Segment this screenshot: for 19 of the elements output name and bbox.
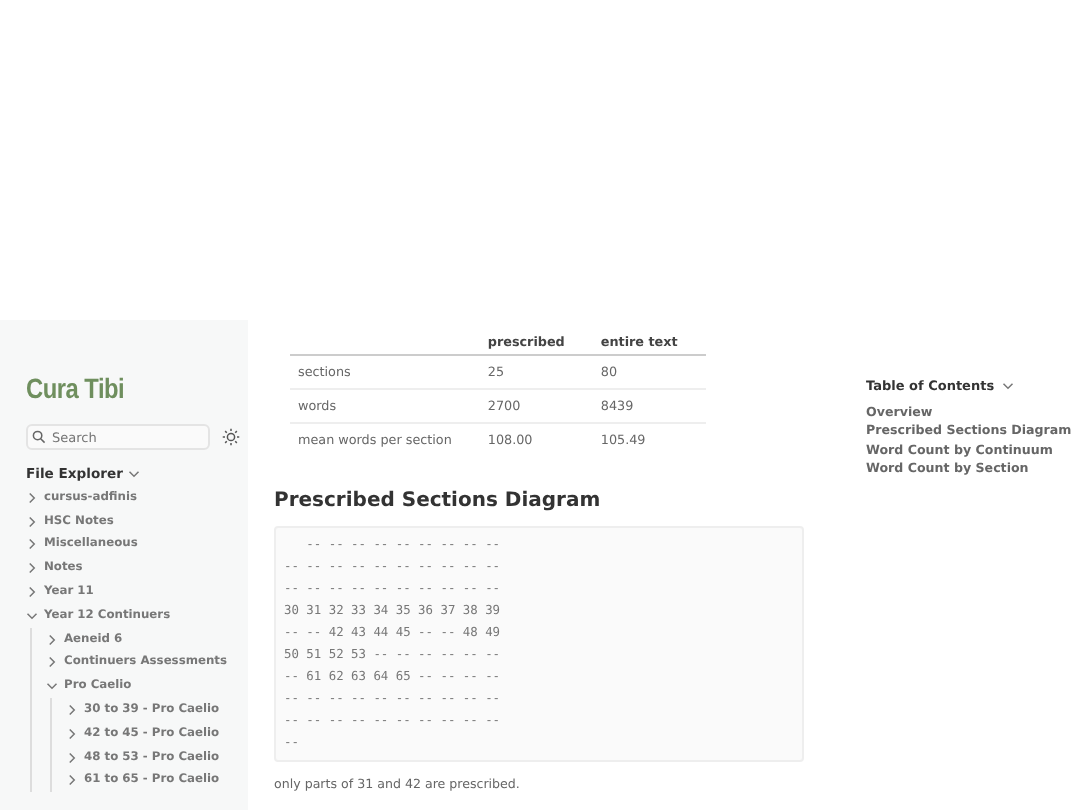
site-title: Cura Tibi: [26, 372, 125, 404]
chevron-icon[interactable]: [66, 774, 78, 787]
chevron-icon[interactable]: [26, 609, 38, 622]
chevron-icon[interactable]: [66, 727, 78, 740]
chevron-icon[interactable]: [128, 468, 141, 480]
chevron-icon[interactable]: [46, 680, 58, 693]
chevron-icon[interactable]: [66, 704, 78, 717]
chevron-icon[interactable]: [46, 656, 58, 669]
chevron-icon[interactable]: [26, 515, 38, 528]
chevron-icon[interactable]: [1002, 380, 1015, 392]
sun-icon[interactable]: [222, 428, 240, 446]
chevron-icon[interactable]: [26, 491, 38, 504]
section-heading: Prescribed Sections Diagram: [274, 490, 603, 512]
search-icon: [32, 430, 46, 444]
chevron-icon[interactable]: [46, 633, 58, 646]
chevron-icon[interactable]: [26, 562, 38, 575]
chevron-icon[interactable]: [26, 538, 38, 551]
chevron-icon[interactable]: [26, 586, 38, 599]
chevron-icon[interactable]: [66, 751, 78, 764]
